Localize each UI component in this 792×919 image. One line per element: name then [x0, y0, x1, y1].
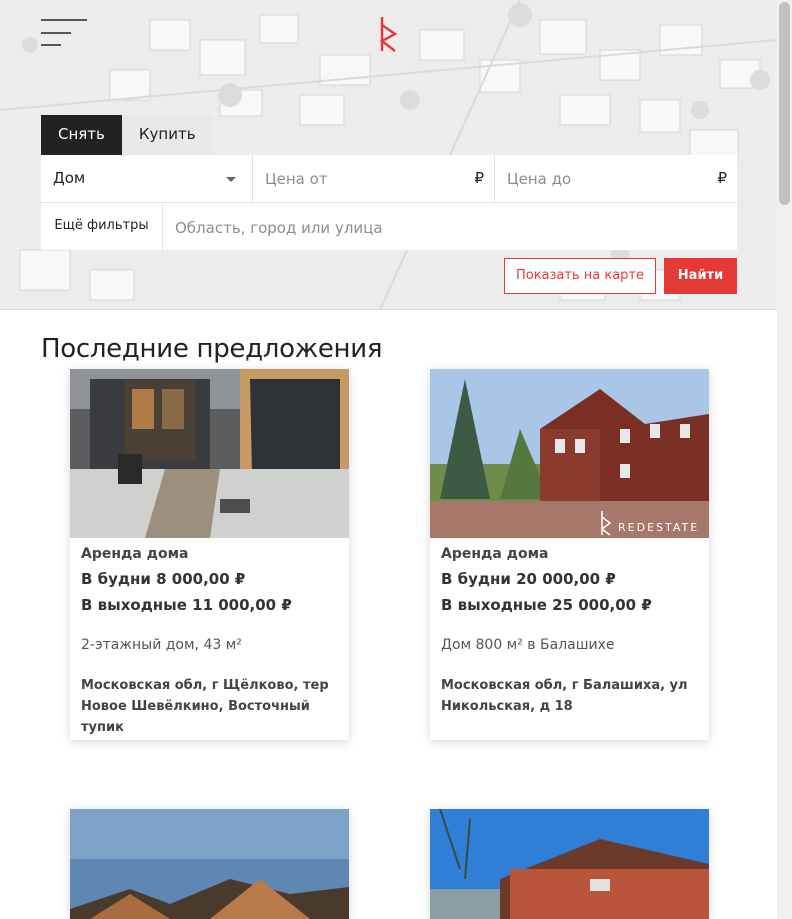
scrollbar-thumb[interactable] — [779, 2, 790, 205]
location-placeholder: Область, город или улица — [175, 219, 383, 237]
listing-photo[interactable] — [430, 809, 709, 919]
menu-hamburger-icon[interactable] — [41, 19, 87, 47]
ruble-sign: ₽ — [474, 169, 484, 187]
listing-kind: Аренда дома — [441, 546, 549, 562]
listing-kind: Аренда дома — [81, 546, 189, 562]
chevron-down-icon — [226, 177, 236, 182]
property-type-select[interactable]: Дом — [41, 155, 253, 203]
deal-type-tabs: Снять Купить — [41, 115, 213, 155]
listing-card[interactable]: REDESTATE Аренда дома В будни 20 000,00 … — [430, 369, 709, 740]
address-line: Московская обл, г Балашиха, ул — [441, 678, 688, 693]
listing-card[interactable] — [70, 809, 349, 919]
address-line: Новое Шевёлкино, Восточный тупик — [81, 699, 310, 735]
listing-address: Московская обл, г Щёлково, тер Новое Шев… — [81, 675, 338, 738]
section-title: Последние предложения — [41, 334, 383, 364]
ruble-sign: ₽ — [717, 169, 727, 187]
address-line: Московская обл, г Щёлково, тер — [81, 678, 329, 693]
red-estate-logo-icon[interactable] — [379, 15, 399, 53]
listing-photo[interactable]: REDESTATE — [430, 369, 709, 538]
find-button[interactable]: Найти — [664, 258, 737, 294]
weekend-price: В выходные 11 000,00 ₽ — [81, 596, 292, 614]
listing-photo[interactable] — [70, 809, 349, 919]
filter-row-main: Дом Цена от ₽ Цена до ₽ — [41, 155, 737, 203]
listing-description: 2-этажный дом, 43 м² — [81, 637, 242, 653]
redestate-watermark: REDESTATE — [618, 521, 699, 534]
price-to-placeholder: Цена до — [507, 170, 572, 188]
price-from-input[interactable]: Цена от ₽ — [253, 155, 495, 203]
listing-description: Дом 800 м² в Балашихе — [441, 637, 615, 653]
tab-buy[interactable]: Купить — [121, 115, 213, 155]
weekend-price: В выходные 25 000,00 ₽ — [441, 596, 652, 614]
listing-photo[interactable] — [70, 369, 349, 538]
weekday-price: В будни 20 000,00 ₽ — [441, 570, 616, 588]
tab-rent[interactable]: Снять — [41, 115, 122, 155]
listing-card[interactable]: Аренда дома В будни 8 000,00 ₽ В выходны… — [70, 369, 349, 740]
listing-address: Московская обл, г Балашиха, ул Никольска… — [441, 675, 698, 717]
listing-info: Аренда дома В будни 20 000,00 ₽ В выходн… — [430, 538, 709, 717]
price-to-input[interactable]: Цена до ₽ — [495, 155, 737, 203]
listing-card[interactable] — [430, 809, 709, 919]
location-search-input[interactable]: Область, город или улица — [163, 203, 737, 250]
show-on-map-button[interactable]: Показать на карте — [504, 258, 656, 294]
weekday-price: В будни 8 000,00 ₽ — [81, 570, 246, 588]
address-line: Никольская, д 18 — [441, 699, 573, 714]
filter-row-location: Ещё фильтры Область, город или улица — [41, 203, 737, 250]
price-from-placeholder: Цена от — [265, 170, 328, 188]
page-scrollbar[interactable] — [777, 0, 792, 919]
search-hero: Снять Купить Дом Цена от ₽ Цена до ₽ Ещё… — [0, 0, 777, 310]
listing-info: Аренда дома В будни 8 000,00 ₽ В выходны… — [70, 538, 349, 738]
property-type-value: Дом — [53, 169, 86, 187]
more-filters-button[interactable]: Ещё фильтры — [41, 203, 163, 250]
